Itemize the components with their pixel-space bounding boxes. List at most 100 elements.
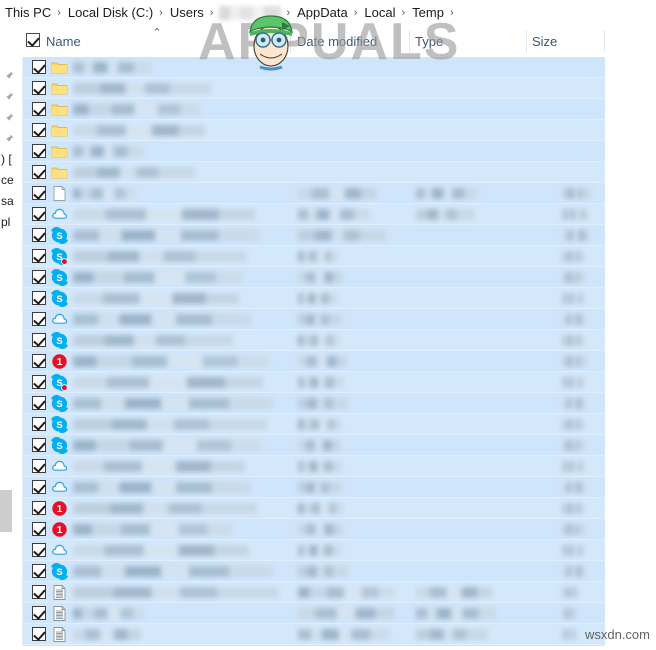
breadcrumb-item-local[interactable]: Local (361, 5, 398, 20)
table-row[interactable]: 1 (23, 519, 605, 540)
sidebar-item-2[interactable] (0, 107, 23, 128)
row-checkbox[interactable] (32, 606, 46, 620)
row-checkbox[interactable] (32, 375, 46, 389)
row-checkbox[interactable] (32, 270, 46, 284)
breadcrumb-item-temp[interactable]: Temp (409, 5, 447, 20)
row-checkbox[interactable] (32, 459, 46, 473)
breadcrumb-item-appdata[interactable]: AppData (294, 5, 351, 20)
row-checkbox[interactable] (32, 165, 46, 179)
row-checkbox[interactable] (32, 207, 46, 221)
column-header-type[interactable]: Type (415, 25, 527, 57)
text-doc-icon (51, 584, 68, 601)
row-checkbox[interactable] (32, 249, 46, 263)
breadcrumb-item-username-redacted[interactable] (219, 5, 282, 20)
table-row[interactable]: S (23, 393, 605, 414)
skype-icon: S (51, 227, 68, 244)
breadcrumb-item-local-disk[interactable]: Local Disk (C:) (65, 5, 156, 20)
svg-text:S: S (56, 441, 62, 452)
column-divider[interactable] (604, 30, 605, 52)
vertical-scrollbar-thumb[interactable] (0, 490, 12, 532)
row-checkbox[interactable] (32, 417, 46, 431)
row-checkbox[interactable] (32, 627, 46, 641)
table-row[interactable] (23, 603, 605, 624)
column-header-date-modified[interactable]: Date modified (297, 25, 409, 57)
table-row[interactable]: 1 (23, 498, 605, 519)
table-row[interactable] (23, 456, 605, 477)
table-row[interactable]: S (23, 561, 605, 582)
size-cell (563, 272, 585, 283)
table-row[interactable]: S (23, 288, 605, 309)
breadcrumb[interactable]: This PC › Local Disk (C:) › Users › › Ap… (0, 0, 656, 25)
row-checkbox[interactable] (32, 543, 46, 557)
column-divider[interactable] (526, 30, 527, 52)
sort-ascending-icon[interactable]: ⌃ (151, 28, 163, 39)
row-checkbox[interactable] (32, 291, 46, 305)
cloud-icon (51, 458, 68, 475)
column-header-name[interactable]: Name (46, 25, 291, 57)
table-row[interactable] (23, 624, 605, 645)
column-divider[interactable] (290, 30, 291, 52)
table-row[interactable] (23, 78, 605, 99)
breadcrumb-item-this-pc[interactable]: This PC (2, 5, 54, 20)
sidebar-item-0[interactable] (0, 65, 23, 86)
table-row[interactable] (23, 99, 605, 120)
row-checkbox[interactable] (32, 564, 46, 578)
row-checkbox[interactable] (32, 333, 46, 347)
sidebar-item-4[interactable]: ) [ (0, 149, 23, 170)
row-checkbox[interactable] (32, 81, 46, 95)
column-divider[interactable] (409, 30, 410, 52)
sidebar-item-label: sa (1, 194, 14, 208)
row-checkbox[interactable] (32, 501, 46, 515)
table-row[interactable] (23, 162, 605, 183)
table-row[interactable] (23, 57, 605, 78)
row-checkbox[interactable] (32, 123, 46, 137)
table-row[interactable]: S (23, 330, 605, 351)
table-row[interactable]: S (23, 267, 605, 288)
table-row[interactable] (23, 309, 605, 330)
row-checkbox[interactable] (32, 60, 46, 74)
file-list[interactable]: SSSSS1SSSS11SS (23, 57, 656, 650)
breadcrumb-item-users[interactable]: Users (167, 5, 207, 20)
chevron-right-icon: › (449, 6, 454, 19)
row-checkbox[interactable] (32, 186, 46, 200)
sidebar-item-5[interactable]: ce (0, 170, 23, 191)
select-all-checkbox[interactable] (26, 33, 40, 47)
table-row[interactable]: S (23, 372, 605, 393)
table-row[interactable]: S (23, 414, 605, 435)
table-row[interactable] (23, 141, 605, 162)
sidebar-item-7[interactable]: pl (0, 212, 23, 233)
table-row[interactable]: S (23, 225, 605, 246)
badge-one-icon: 1 (51, 500, 68, 517)
navigation-pane[interactable]: ) [ce sa pl (0, 57, 23, 650)
sidebar-item-3[interactable] (0, 128, 23, 149)
table-row[interactable] (23, 204, 605, 225)
row-checkbox[interactable] (32, 396, 46, 410)
table-row[interactable] (23, 477, 605, 498)
row-checkbox[interactable] (32, 585, 46, 599)
table-row[interactable] (23, 540, 605, 561)
column-header-size[interactable]: Size (532, 25, 604, 57)
row-checkbox[interactable] (32, 228, 46, 242)
folder-icon (51, 59, 68, 76)
skype-icon: S (51, 395, 68, 412)
row-checkbox[interactable] (32, 102, 46, 116)
row-checkbox[interactable] (32, 522, 46, 536)
date-modified-cell (298, 461, 342, 472)
file-name-cell (73, 566, 273, 577)
table-row[interactable]: 1 (23, 351, 605, 372)
table-row[interactable] (23, 582, 605, 603)
folder-icon (51, 122, 68, 139)
row-checkbox[interactable] (32, 480, 46, 494)
sidebar-item-6[interactable]: sa (0, 191, 23, 212)
row-checkbox[interactable] (32, 144, 46, 158)
svg-text:S: S (56, 336, 62, 347)
size-cell (563, 566, 585, 577)
row-checkbox[interactable] (32, 312, 46, 326)
table-row[interactable] (23, 183, 605, 204)
table-row[interactable]: S (23, 435, 605, 456)
row-checkbox[interactable] (32, 354, 46, 368)
table-row[interactable] (23, 120, 605, 141)
sidebar-item-1[interactable] (0, 86, 23, 107)
row-checkbox[interactable] (32, 438, 46, 452)
table-row[interactable]: S (23, 246, 605, 267)
